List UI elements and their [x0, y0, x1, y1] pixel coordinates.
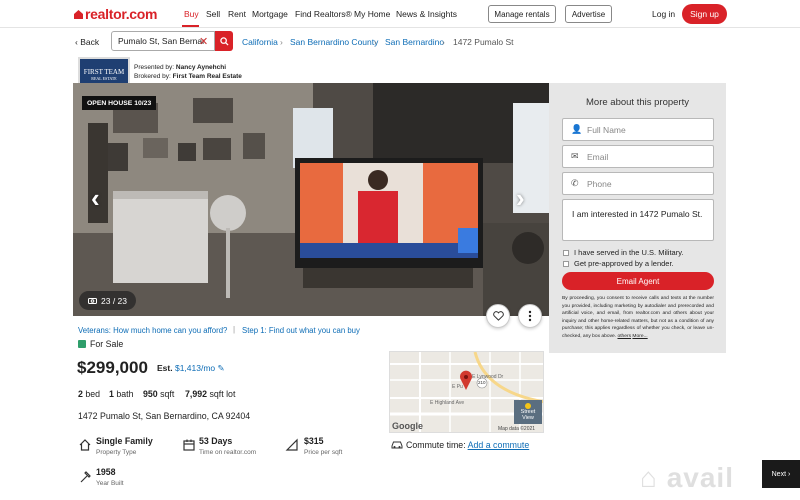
- checkbox-icon: [563, 249, 569, 256]
- presented-by: Presented by: Nancy Aynehchi: [134, 64, 227, 71]
- map-route-shield: 210: [478, 380, 486, 385]
- car-icon: [391, 441, 403, 449]
- person-icon: 👤: [571, 124, 583, 134]
- lot-size: 7,992 sqft lot: [185, 389, 236, 399]
- year-built-value: 1958: [96, 467, 116, 477]
- heart-icon: [492, 311, 504, 321]
- hammer-icon: [80, 471, 91, 483]
- next-listing-button[interactable]: Next ›: [762, 460, 800, 488]
- phone-icon: ✆: [571, 178, 579, 188]
- back-button[interactable]: ‹ Back: [75, 37, 99, 47]
- nav-my-home[interactable]: My Home: [354, 9, 390, 19]
- breadcrumb-county[interactable]: San Bernardino County: [290, 37, 378, 47]
- advertise-button[interactable]: Advertise: [565, 5, 612, 23]
- promo-separator: |: [233, 325, 236, 334]
- year-built-label: Year Built: [96, 480, 124, 487]
- camera-icon: [88, 298, 97, 304]
- chevron-right-icon: ›: [788, 470, 791, 478]
- full-name-field[interactable]: 👤 Full Name: [562, 118, 714, 141]
- house-logo-icon: [74, 10, 83, 19]
- listing-address: 1472 Pumalo St, San Bernardino, CA 92404: [78, 411, 251, 421]
- brokerage-name[interactable]: First Team Real Estate: [173, 73, 242, 80]
- agent-name[interactable]: Nancy Aynehchi: [176, 64, 226, 71]
- search-button[interactable]: [215, 31, 233, 51]
- estimated-payment[interactable]: Est. $1,413/mo ✎: [157, 363, 225, 374]
- price-per-sqft-label: Price per sqft: [304, 449, 343, 456]
- days-listed-label: Time on realtor.com: [199, 449, 257, 456]
- calendar-icon: [183, 439, 195, 451]
- panel-title: More about this property: [586, 97, 689, 108]
- status-indicator: [78, 340, 86, 348]
- photo-counter-button[interactable]: 23 / 23: [79, 291, 136, 310]
- login-link[interactable]: Log in: [652, 9, 675, 19]
- veterans-link[interactable]: Veterans: How much home can you afford?: [78, 326, 227, 335]
- phone-field[interactable]: ✆ Phone: [562, 172, 714, 195]
- baths: 1 bath: [109, 389, 134, 399]
- more-options-button[interactable]: [518, 304, 542, 328]
- google-logo: Google: [392, 421, 423, 431]
- map-street-pumalo: E Pu: [452, 384, 463, 390]
- message-field[interactable]: I am interested in 1472 Pumalo St.: [562, 199, 714, 241]
- beds: 2 bed: [78, 389, 101, 399]
- more-vertical-icon: [528, 310, 532, 322]
- disclaimer-others-link[interactable]: others: [617, 334, 631, 339]
- breadcrumb-separator: ›: [280, 37, 283, 47]
- next-photo-icon[interactable]: ›: [516, 185, 525, 211]
- listing-status: For Sale: [90, 339, 124, 349]
- days-listed-value: 53 Days: [199, 436, 233, 446]
- property-type-label: Property Type: [96, 449, 137, 456]
- map-attribution: Map data ©2021: [498, 426, 536, 432]
- breadcrumb-separator: ›: [374, 37, 377, 47]
- nav-buy[interactable]: Buy: [184, 9, 199, 19]
- preapproved-checkbox[interactable]: Get pre-approved by a lender.: [563, 259, 674, 268]
- realtor-logo[interactable]: realtor.com: [74, 6, 157, 22]
- nav-news-insights[interactable]: News & Insights: [396, 9, 457, 19]
- living-room-photo: [73, 83, 549, 316]
- breadcrumb-address: 1472 Pumalo St: [453, 37, 514, 47]
- commute-row: Commute time: Add a commute: [391, 440, 529, 450]
- nav-find-realtors[interactable]: Find Realtors®: [295, 9, 352, 19]
- disclaimer-more-link[interactable]: More...: [632, 334, 647, 339]
- sqft: 950 sqft: [143, 389, 175, 399]
- street-view-button[interactable]: Street View: [515, 409, 541, 421]
- map-street-lynwood: E Lynwood Dr: [472, 374, 504, 380]
- property-type-value: Single Family: [96, 436, 153, 446]
- breadcrumb-separator: ›: [442, 37, 445, 47]
- envelope-icon: ✉: [571, 151, 579, 161]
- search-icon: [219, 36, 229, 46]
- add-commute-link[interactable]: Add a commute: [468, 440, 530, 450]
- nav-sell[interactable]: Sell: [206, 9, 220, 19]
- map-street-highland: E Highland Ave: [430, 400, 465, 406]
- nav-active-indicator: [182, 25, 199, 27]
- ruler-icon: [285, 438, 298, 451]
- nav-mortgage[interactable]: Mortgage: [252, 9, 288, 19]
- checkbox-icon: [563, 260, 569, 267]
- open-house-badge: OPEN HOUSE 10/23: [82, 96, 157, 110]
- signup-button[interactable]: Sign up: [682, 4, 727, 24]
- pencil-icon: ✎: [217, 363, 225, 373]
- consent-disclaimer: By proceeding, you consent to receive ca…: [562, 296, 714, 339]
- nav-rent[interactable]: Rent: [228, 9, 246, 19]
- clear-search-icon[interactable]: ✕: [199, 35, 208, 48]
- listing-price: $299,000: [77, 358, 148, 377]
- email-agent-button[interactable]: Email Agent: [562, 272, 714, 290]
- step-one-link[interactable]: Step 1: Find out what you can buy: [242, 326, 360, 335]
- save-favorite-button[interactable]: [486, 304, 510, 328]
- breadcrumb-city[interactable]: San Bernardino: [385, 37, 444, 47]
- breadcrumb-state[interactable]: California: [242, 37, 278, 47]
- brokered-by: Brokered by: First Team Real Estate: [134, 73, 242, 80]
- email-field[interactable]: ✉ Email: [562, 145, 714, 168]
- house-icon: [79, 439, 91, 451]
- veteran-checkbox[interactable]: I have served in the U.S. Military.: [563, 248, 684, 257]
- prev-photo-icon[interactable]: ‹: [91, 185, 100, 211]
- manage-rentals-button[interactable]: Manage rentals: [488, 5, 556, 23]
- listing-photo[interactable]: [73, 83, 549, 316]
- location-map[interactable]: E Lynwood Dr E Highland Ave E Pu 210 Str…: [389, 351, 544, 433]
- price-per-sqft-value: $315: [304, 436, 324, 446]
